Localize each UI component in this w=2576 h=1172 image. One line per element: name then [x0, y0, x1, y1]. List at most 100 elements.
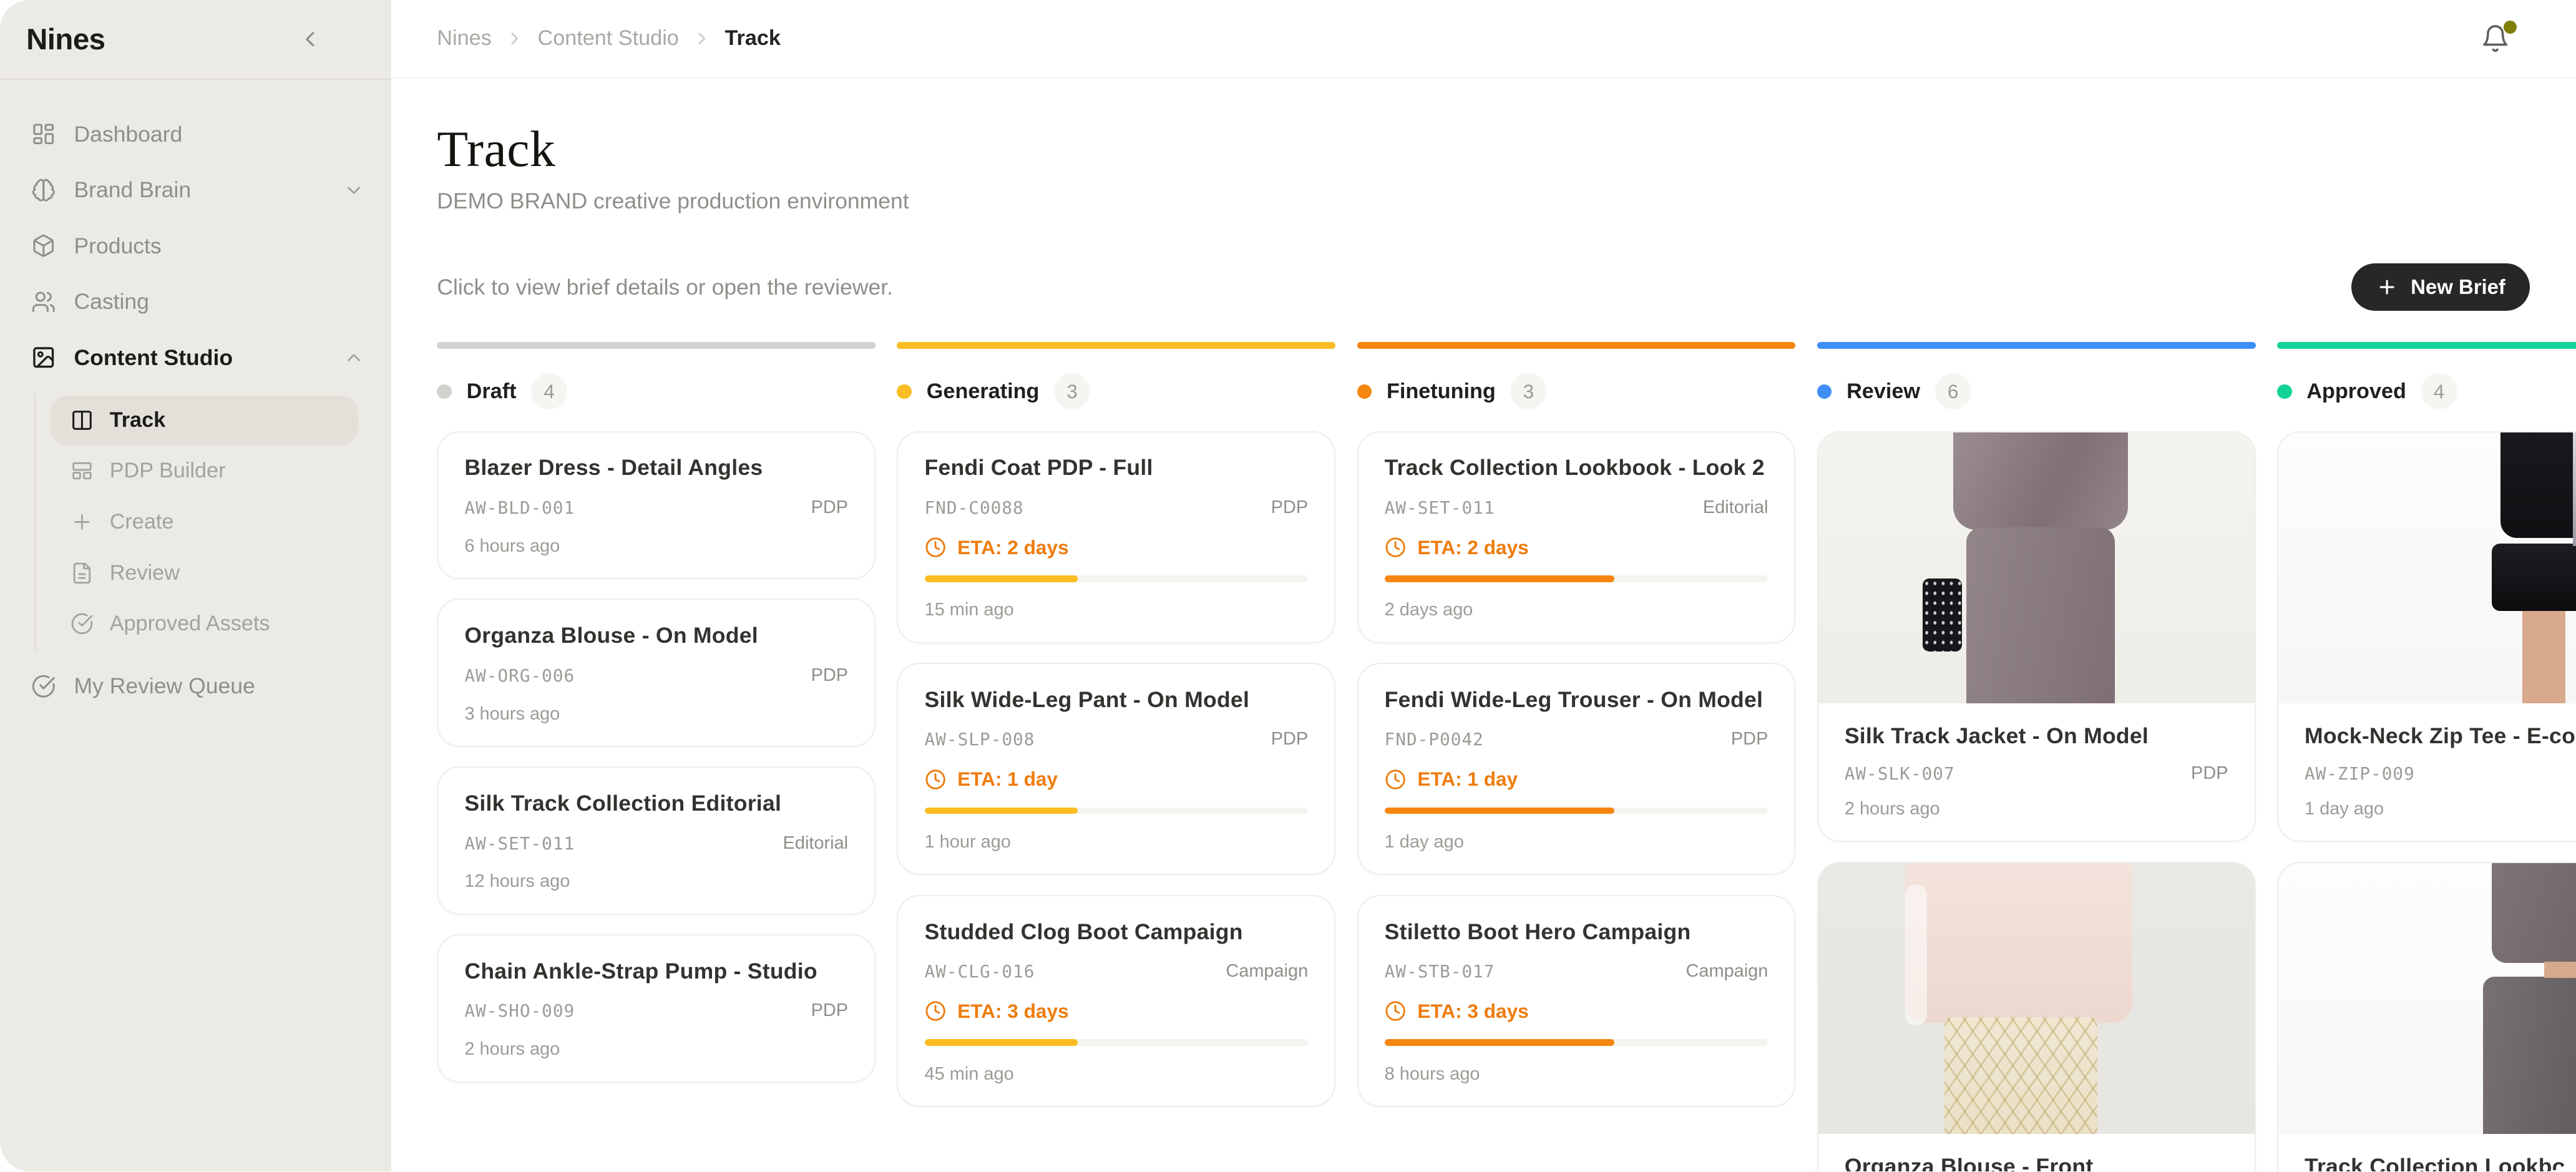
photo-shape	[2544, 962, 2576, 978]
photo-shape	[1905, 884, 1927, 1025]
brief-code: AW-ZIP-009	[2305, 763, 2415, 784]
new-brief-button[interactable]: New Brief	[2351, 263, 2530, 311]
brief-meta: AW-ZIP-009	[2305, 763, 2576, 784]
plus-icon	[2376, 276, 2398, 298]
brief-card[interactable]: Silk Wide-Leg Pant - On Model AW-SLP-008…	[897, 663, 1335, 875]
sidebar-subitem-track[interactable]: Track	[51, 396, 358, 445]
board-column-draft: Draft 4 Blazer Dress - Detail Angles AW-…	[437, 342, 876, 1082]
dashboard-icon	[31, 122, 56, 146]
brain-icon	[31, 178, 56, 202]
brief-title: Organza Blouse - Front	[1845, 1154, 2228, 1171]
eta-row: ETA: 1 day	[925, 768, 1309, 791]
brief-card[interactable]: Blazer Dress - Detail Angles AW-BLD-001 …	[437, 431, 876, 579]
progress-fill	[925, 575, 1078, 582]
sidebar-subitem-create[interactable]: Create	[51, 497, 358, 547]
page-title: Track	[437, 121, 2576, 177]
sidebar-collapse-button[interactable]	[294, 24, 325, 55]
brief-timestamp: 1 hour ago	[925, 832, 1309, 852]
progress-fill	[1385, 808, 1615, 814]
brief-title: Stiletto Boot Hero Campaign	[1385, 919, 1769, 945]
photo-shape	[2492, 544, 2576, 612]
column-cards: Blazer Dress - Detail Angles AW-BLD-001 …	[437, 431, 876, 1083]
brief-card[interactable]: Chain Ankle-Strap Pump - Studio AW-SHO-0…	[437, 934, 876, 1082]
brief-type-badge: PDP	[2191, 763, 2228, 784]
chevron-up-icon	[343, 347, 364, 368]
column-header: Generating 3	[897, 373, 1335, 409]
progress-bar	[925, 575, 1309, 582]
sidebar-item-dashboard[interactable]: Dashboard	[0, 106, 374, 162]
sidebar-item-casting[interactable]: Casting	[0, 274, 374, 330]
board-column-approved: Approved 4 Mock-Neck Zip	[2277, 342, 2576, 1171]
page-subtitle: DEMO BRAND creative production environme…	[437, 188, 2576, 214]
brief-card[interactable]: Track Collection Lookbook - Look 2 AW-SE…	[1357, 431, 1796, 643]
sidebar-item-my-review-queue[interactable]: My Review Queue	[0, 658, 374, 715]
sidebar-item-content-studio[interactable]: Content Studio	[0, 330, 374, 386]
column-accent-bar	[897, 342, 1335, 349]
sidebar-item-label: Dashboard	[74, 122, 182, 147]
brief-type-badge: PDP	[811, 665, 849, 686]
column-cards: Silk Track Jacket - On Model AW-SLK-007 …	[1817, 431, 2256, 1172]
progress-bar	[925, 808, 1309, 814]
brief-card[interactable]: Organza Blouse - On Model AW-ORG-006 PDP…	[437, 598, 876, 746]
column-cards: Fendi Coat PDP - Full FND-C0088 PDP ETA:…	[897, 431, 1335, 1107]
photo-shape	[2522, 611, 2576, 703]
brief-timestamp: 2 hours ago	[1845, 799, 2228, 819]
package-icon	[31, 233, 56, 258]
brief-title: Silk Track Jacket - On Model	[1845, 723, 2228, 749]
brief-card-body: Track Collection Lookbook - L AW-SET-010	[2278, 1134, 2576, 1171]
eta-label: ETA: 1 day	[1417, 768, 1518, 791]
brief-card[interactable]: Fendi Coat PDP - Full FND-C0088 PDP ETA:…	[897, 431, 1335, 643]
sidebar-item-brand-brain[interactable]: Brand Brain	[0, 162, 374, 218]
brief-meta: AW-SET-011 Editorial	[1385, 497, 1769, 518]
photo-shape	[2483, 977, 2576, 1134]
brief-type-badge: Editorial	[783, 833, 849, 854]
brief-title: Fendi Coat PDP - Full	[925, 455, 1309, 481]
brief-timestamp: 8 hours ago	[1385, 1064, 1769, 1085]
brief-card[interactable]: Organza Blouse - Front AW-ORG-006 PDP	[1817, 862, 2256, 1171]
sidebar-subitem-label: PDP Builder	[110, 459, 226, 483]
brief-type-badge: PDP	[1271, 497, 1309, 518]
brief-timestamp: 6 hours ago	[464, 536, 848, 557]
progress-fill	[1385, 1039, 1615, 1046]
column-count-badge: 3	[1510, 373, 1546, 409]
brief-card[interactable]: Stiletto Boot Hero Campaign AW-STB-017 C…	[1357, 895, 1796, 1107]
column-cards: Mock-Neck Zip Tee - E-comm AW-ZIP-009 1 …	[2277, 431, 2576, 1172]
eta-label: ETA: 1 day	[957, 768, 1058, 791]
brief-card[interactable]: Silk Track Jacket - On Model AW-SLK-007 …	[1817, 431, 2256, 842]
chevron-left-icon	[298, 27, 322, 51]
clock-icon	[1385, 537, 1406, 558]
chevron-right-icon	[505, 29, 525, 49]
eta-row: ETA: 3 days	[925, 1000, 1309, 1023]
brief-card[interactable]: Studded Clog Boot Campaign AW-CLG-016 Ca…	[897, 895, 1335, 1107]
sidebar-item-products[interactable]: Products	[0, 218, 374, 274]
sidebar-subitem-review[interactable]: Review	[51, 549, 358, 598]
breadcrumb-link-nines[interactable]: Nines	[437, 26, 492, 51]
column-count-badge: 4	[2421, 373, 2457, 409]
brief-card-body: Mock-Neck Zip Tee - E-comm AW-ZIP-009 1 …	[2278, 703, 2576, 841]
brief-meta: AW-STB-017 Campaign	[1385, 961, 1769, 982]
image-icon	[31, 345, 56, 369]
brief-card[interactable]: Mock-Neck Zip Tee - E-comm AW-ZIP-009 1 …	[2277, 431, 2576, 842]
brief-code: FND-P0042	[1385, 729, 1484, 750]
column-status-dot	[897, 384, 912, 399]
brief-code: AW-ORG-006	[464, 665, 575, 686]
brief-card[interactable]: Fendi Wide-Leg Trouser - On Model FND-P0…	[1357, 663, 1796, 875]
column-header: Approved 4	[2277, 373, 2576, 409]
eta-row: ETA: 2 days	[925, 536, 1309, 559]
brief-title: Track Collection Lookbook - Look 2	[1385, 455, 1769, 481]
column-accent-bar	[437, 342, 876, 349]
board-column-review: Review 6 Silk Track Jacket - On Model	[1817, 342, 2256, 1171]
column-accent-bar	[1817, 342, 2256, 349]
brief-title: Organza Blouse - On Model	[464, 623, 848, 648]
sidebar-subitem-approved-assets[interactable]: Approved Assets	[51, 599, 358, 648]
sidebar-subitem-pdp-builder[interactable]: PDP Builder	[51, 446, 358, 496]
brief-card[interactable]: Track Collection Lookbook - L AW-SET-010	[2277, 862, 2576, 1171]
breadcrumb-link-content-studio[interactable]: Content Studio	[537, 26, 678, 51]
kanban-board: Draft 4 Blazer Dress - Detail Angles AW-…	[437, 342, 2576, 1171]
brief-code: AW-SLP-008	[925, 729, 1035, 750]
notifications-button[interactable]	[2474, 17, 2517, 60]
column-name: Approved	[2306, 379, 2406, 404]
brief-card[interactable]: Silk Track Collection Editorial AW-SET-0…	[437, 766, 876, 914]
progress-fill	[925, 808, 1078, 814]
brief-type-badge: PDP	[1271, 729, 1309, 750]
